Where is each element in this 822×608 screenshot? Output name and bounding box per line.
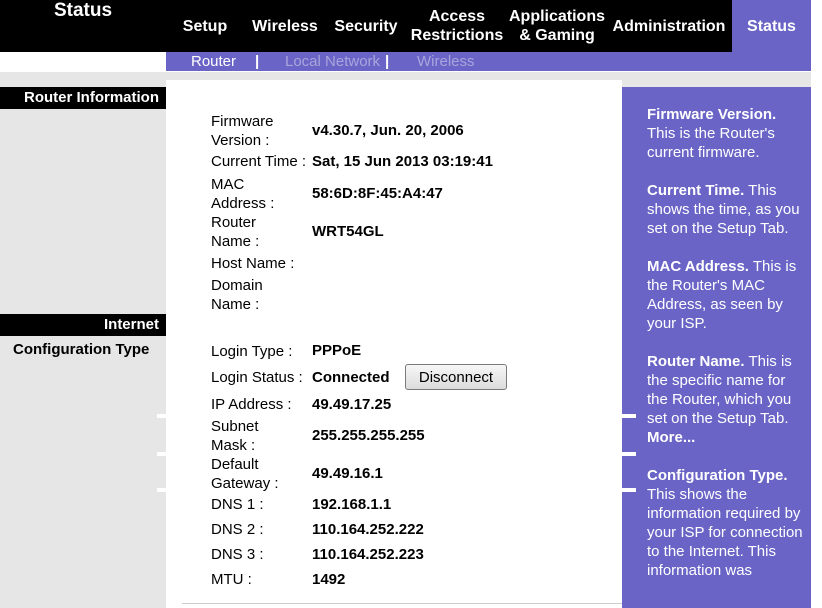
default-gateway-value: 49.49.16.1	[312, 465, 383, 482]
subnet-label-line-1: Subnet	[211, 418, 259, 435]
subnav-local-network[interactable]: Local Network	[285, 52, 380, 71]
left-heading-internet: Internet	[0, 314, 166, 336]
dns1-label: DNS 1 :	[211, 496, 264, 513]
ip-address-value: 49.49.17.25	[312, 396, 392, 413]
mtu-value: 1492	[312, 571, 346, 588]
nav-tab-applications-gaming[interactable]: Applications & Gaming	[508, 0, 606, 52]
nav-tab-access-label-2: Restrictions	[410, 27, 504, 44]
gateway-label-line-2: Gateway :	[211, 475, 279, 492]
login-type-label: Login Type :	[211, 343, 293, 360]
default-gateway-label: Default Gateway :	[211, 455, 309, 493]
help-router-name-title: Router Name.	[647, 353, 745, 370]
mac-address-label: MAC Address :	[211, 175, 309, 213]
firmware-version-value: v4.30.7, Jun. 20, 2006	[312, 122, 464, 139]
dns3-value: 110.164.252.223	[312, 546, 424, 563]
nav-tab-wireless[interactable]: Wireless	[244, 0, 326, 52]
dns1-value: 192.168.1.1	[312, 496, 392, 513]
right-separator-bar	[622, 414, 636, 418]
help-router-name: Router Name. This is the specific name f…	[647, 352, 807, 447]
help-mac-address: MAC Address. This is the Router's MAC Ad…	[647, 257, 807, 333]
router-name-label-line-2: Name :	[211, 233, 260, 250]
nav-tab-administration[interactable]: Administration	[606, 0, 732, 52]
nav-tab-apps-label-1: Applications	[508, 8, 605, 25]
page-section-title: Status	[53, 0, 113, 21]
nav-tab-access-restrictions[interactable]: Access Restrictions	[406, 0, 508, 52]
domain-label-line-1: Domain	[211, 277, 263, 294]
nav-tab-setup[interactable]: Setup	[166, 0, 244, 52]
nav-tab-status[interactable]: Status	[732, 0, 811, 52]
nav-tab-wireless-label: Wireless	[252, 17, 318, 35]
subnet-mask-value: 255.255.255.255	[312, 427, 425, 444]
help-config-text: This shows the information required by y…	[647, 486, 803, 579]
firmware-label-line-1: Firmware	[211, 113, 274, 130]
dns2-label: DNS 2 :	[211, 521, 264, 538]
left-separator-bar	[157, 414, 166, 418]
domain-label-line-2: Name :	[211, 296, 260, 313]
help-time-title: Current Time.	[647, 182, 745, 199]
help-firmware-text: This is the Router's current firmware.	[647, 125, 775, 161]
mac-address-value: 58:6D:8F:45:A4:47	[312, 185, 443, 202]
subnav-separator: |	[385, 53, 390, 70]
domain-name-label: Domain Name :	[211, 276, 309, 314]
router-name-label: Router Name :	[211, 213, 309, 251]
left-separator-bar	[157, 452, 166, 456]
login-status-value: Connected	[312, 369, 390, 386]
subnav-separator: |	[255, 53, 260, 70]
current-time-value: Sat, 15 Jun 2013 03:19:41	[312, 153, 493, 170]
current-time-label: Current Time :	[211, 153, 307, 170]
help-current-time: Current Time. This shows the time, as yo…	[647, 181, 807, 238]
mac-label-line-1: MAC	[211, 176, 245, 193]
page-right-edge	[811, 0, 822, 608]
sub-navigation-bar	[166, 52, 811, 71]
nav-tab-security[interactable]: Security	[326, 0, 406, 52]
login-status-label: Login Status :	[211, 369, 303, 386]
nav-tab-access-label-1: Access	[428, 8, 486, 25]
nav-tab-apps-label-2: & Gaming	[519, 27, 595, 44]
ip-address-label: IP Address :	[211, 396, 292, 413]
help-mac-title: MAC Address.	[647, 258, 749, 275]
help-firmware-title: Firmware Version.	[647, 106, 777, 123]
right-separator-bar	[622, 488, 636, 492]
help-firmware: Firmware Version. This is the Router's c…	[647, 105, 807, 162]
router-name-label-line-1: Router	[211, 214, 257, 231]
right-separator-bar	[622, 452, 636, 456]
host-name-label: Host Name :	[211, 255, 295, 272]
help-more-link[interactable]: More...	[647, 429, 695, 446]
router-name-value: WRT54GL	[312, 223, 384, 240]
nav-tab-status-label: Status	[747, 17, 796, 35]
left-heading-router-information: Router Information	[0, 87, 166, 109]
nav-tab-security-label: Security	[334, 17, 398, 35]
mtu-label: MTU :	[211, 571, 252, 588]
firmware-version-label: Firmware Version :	[211, 112, 309, 150]
dns2-value: 110.164.252.222	[312, 521, 424, 538]
help-config-title: Configuration Type.	[647, 467, 788, 484]
subnet-mask-label: Subnet Mask :	[211, 417, 309, 455]
mac-label-line-2: Address :	[211, 195, 275, 212]
subnet-label-line-2: Mask :	[211, 437, 256, 454]
gateway-label-line-1: Default	[211, 456, 259, 473]
subnav-wireless[interactable]: Wireless	[417, 52, 475, 71]
disconnect-button[interactable]: Disconnect	[405, 364, 507, 390]
content-bottom-divider	[182, 603, 622, 604]
nav-tab-administration-label: Administration	[612, 17, 726, 35]
firmware-label-line-2: Version :	[211, 132, 270, 149]
dns3-label: DNS 3 :	[211, 546, 264, 563]
left-separator-bar	[157, 488, 166, 492]
login-type-value: PPPoE	[312, 342, 362, 359]
subnav-router[interactable]: Router	[191, 52, 236, 71]
nav-tab-setup-label: Setup	[182, 17, 228, 35]
help-panel: Firmware Version. This is the Router's c…	[622, 87, 811, 608]
left-label-configuration-type: Configuration Type	[13, 341, 150, 358]
help-configuration-type: Configuration Type. This shows the infor…	[647, 466, 807, 580]
